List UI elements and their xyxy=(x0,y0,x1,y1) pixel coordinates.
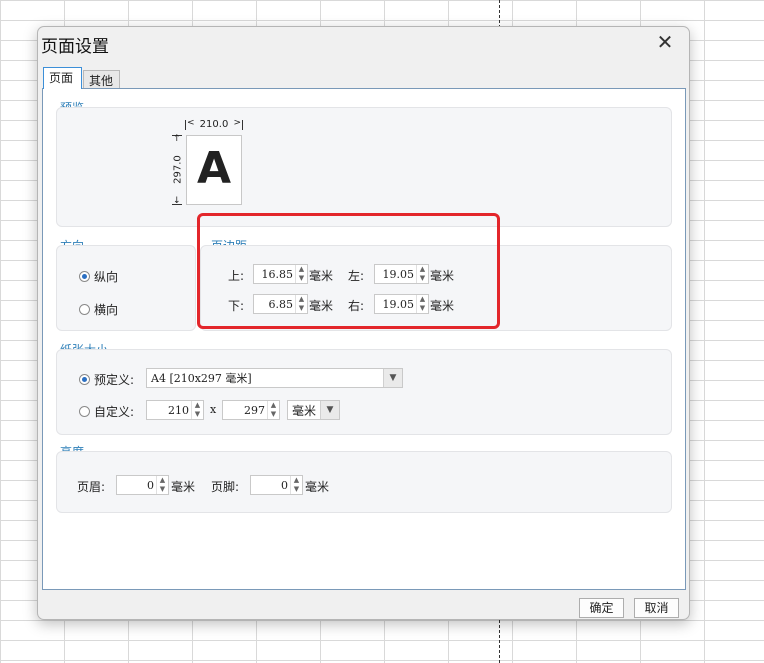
margins-group xyxy=(200,245,672,331)
custom-unit-select[interactable]: 毫米 ▼ xyxy=(287,400,340,420)
margin-bottom-value: 6.85 xyxy=(268,297,294,311)
preview-height-dimension: ↑ 297.0 ↓ xyxy=(172,134,184,206)
predefined-label: 预定义: xyxy=(94,373,135,387)
margin-top-label: 上: xyxy=(228,269,245,283)
portrait-radio[interactable] xyxy=(79,271,90,282)
custom-width-value: 210 xyxy=(168,403,189,417)
preview-group xyxy=(56,107,672,227)
custom-times-sign: x xyxy=(210,403,217,416)
margin-top-spin-arrows[interactable]: ▲ ▼ xyxy=(295,265,307,283)
margin-bottom-spin-arrows[interactable]: ▲ ▼ xyxy=(295,295,307,313)
footer-height-unit: 毫米 xyxy=(305,480,330,494)
custom-unit-value: 毫米 xyxy=(292,403,317,418)
page-setup-dialog: 页面设置 ✕ 页面 其他 预览 < 210.0 > ↑ 297.0 ↓ A 方向 xyxy=(37,26,690,620)
custom-width-stepper[interactable]: 210 ▲ ▼ xyxy=(146,400,204,420)
tab-panel-page: 预览 < 210.0 > ↑ 297.0 ↓ A 方向 纵向 横向 页边距 上 xyxy=(42,88,686,590)
tab-other-label: 其他 xyxy=(89,74,114,88)
custom-height-stepper[interactable]: 297 ▲ ▼ xyxy=(222,400,280,420)
preview-glyph: A xyxy=(196,143,232,194)
orientation-group xyxy=(56,245,196,331)
custom-radio[interactable] xyxy=(79,406,90,417)
margin-right-stepper[interactable]: 19.05 ▲ ▼ xyxy=(374,294,429,314)
predefined-radio[interactable] xyxy=(79,374,90,385)
preview-paper: A xyxy=(186,135,242,205)
header-height-label: 页眉: xyxy=(77,480,106,494)
margin-right-value: 19.05 xyxy=(382,297,415,311)
chevron-down-icon[interactable]: ▼ xyxy=(383,369,402,387)
paper-size-group xyxy=(56,349,672,435)
margin-left-spin-arrows[interactable]: ▲ ▼ xyxy=(416,265,428,283)
tab-page-label: 页面 xyxy=(49,71,74,85)
landscape-radio[interactable] xyxy=(79,304,90,315)
header-height-spin-arrows[interactable]: ▲ ▼ xyxy=(156,476,168,494)
footer-height-stepper[interactable]: 0 ▲ ▼ xyxy=(250,475,303,495)
header-height-stepper[interactable]: 0 ▲ ▼ xyxy=(116,475,169,495)
tab-other[interactable]: 其他 xyxy=(83,70,120,90)
margin-left-unit: 毫米 xyxy=(430,269,455,283)
footer-height-spin-arrows[interactable]: ▲ ▼ xyxy=(290,476,302,494)
margin-right-label: 右: xyxy=(348,299,365,313)
margin-right-spin-arrows[interactable]: ▲ ▼ xyxy=(416,295,428,313)
predefined-paper-select[interactable]: A4 [210x297 毫米] ▼ xyxy=(146,368,403,388)
dialog-title: 页面设置 xyxy=(41,37,109,57)
margin-top-unit: 毫米 xyxy=(309,269,334,283)
header-height-value: 0 xyxy=(147,478,154,492)
margin-right-unit: 毫米 xyxy=(430,299,455,313)
margin-bottom-label: 下: xyxy=(228,299,245,313)
preview-height-label: 297.0 xyxy=(172,155,184,184)
custom-label: 自定义: xyxy=(94,405,135,419)
margin-bottom-stepper[interactable]: 6.85 ▲ ▼ xyxy=(253,294,308,314)
margin-left-stepper[interactable]: 19.05 ▲ ▼ xyxy=(374,264,429,284)
custom-width-spin-arrows[interactable]: ▲ ▼ xyxy=(191,401,203,419)
footer-height-label: 页脚: xyxy=(211,480,240,494)
close-icon[interactable]: ✕ xyxy=(653,30,677,54)
landscape-label: 横向 xyxy=(94,303,119,317)
margin-left-label: 左: xyxy=(348,269,365,283)
header-height-unit: 毫米 xyxy=(171,480,196,494)
preview-width-dimension: < 210.0 > xyxy=(185,118,243,130)
footer-height-value: 0 xyxy=(281,478,288,492)
predefined-paper-value: A4 [210x297 毫米] xyxy=(151,372,252,385)
custom-height-spin-arrows[interactable]: ▲ ▼ xyxy=(267,401,279,419)
tab-page[interactable]: 页面 xyxy=(43,67,82,89)
ok-button[interactable]: 确定 xyxy=(579,598,624,618)
margin-top-stepper[interactable]: 16.85 ▲ ▼ xyxy=(253,264,308,284)
portrait-label: 纵向 xyxy=(94,270,119,284)
margin-bottom-unit: 毫米 xyxy=(309,299,334,313)
custom-height-value: 297 xyxy=(244,403,265,417)
margin-left-value: 19.05 xyxy=(382,267,415,281)
cancel-button[interactable]: 取消 xyxy=(634,598,679,618)
chevron-down-icon[interactable]: ▼ xyxy=(320,401,339,419)
margin-top-value: 16.85 xyxy=(261,267,294,281)
